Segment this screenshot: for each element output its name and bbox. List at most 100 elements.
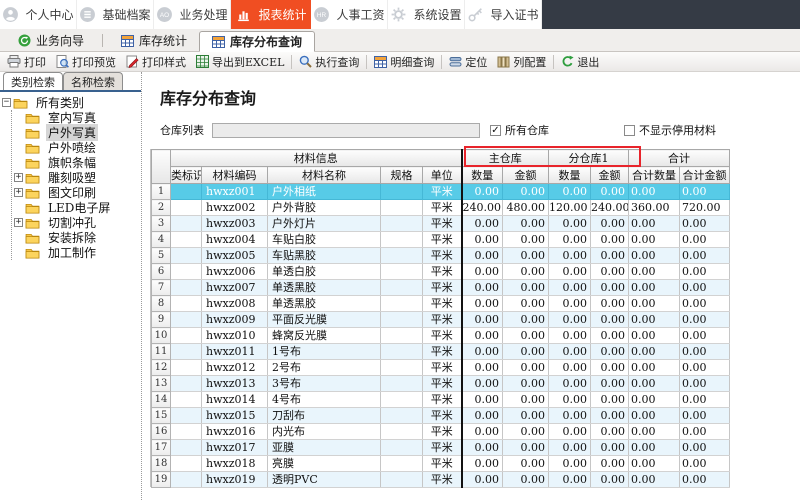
- table-row[interactable]: 14 hwxz014 4号布 平米 0.00 0.00 0.00 0.00 0.00 0.00: [151, 391, 731, 408]
- column-config-button[interactable]: 列配置: [492, 53, 551, 71]
- total-qty-cell: 0.00: [628, 359, 681, 376]
- material-code-cell: hwxz017: [201, 439, 268, 456]
- menu-item-label: 导入证书: [490, 8, 539, 22]
- column-header-8[interactable]: 金额: [590, 166, 630, 184]
- all-warehouses-checkbox[interactable]: 所有仓库: [490, 122, 549, 138]
- tab-inventory-distribution-query[interactable]: 库存分布查询: [199, 31, 316, 52]
- toolbar-button-label: 打印样式: [142, 55, 186, 69]
- collapse-icon[interactable]: −: [2, 98, 11, 107]
- table-row[interactable]: 10 hwxz010 蜂窝反光膜 平米 0.00 0.00 0.00 0.00 0.00 0.00: [151, 327, 731, 344]
- sidebar-item-processing[interactable]: 加工制作: [14, 245, 141, 260]
- table-row[interactable]: 2 hwxz002 户外背胶 平米 240.00 480.00 120.00 240.00 36…: [151, 199, 731, 216]
- column-header-9[interactable]: 合计数量: [628, 166, 681, 184]
- sidebar-splitter[interactable]: [141, 72, 148, 500]
- spec-cell: [380, 455, 423, 472]
- unit-cell: 平米: [422, 423, 463, 440]
- spec-cell: [380, 343, 423, 360]
- svg-text:AO: AO: [160, 12, 169, 19]
- sidebar-item-cutting-punching[interactable]: + 切割冲孔: [14, 215, 141, 230]
- flag-cell: [170, 423, 202, 440]
- column-header-5[interactable]: 数量: [461, 166, 504, 184]
- menu-item-hr-payroll[interactable]: HR 人事工资: [311, 0, 388, 29]
- column-header-4[interactable]: 单位: [421, 166, 463, 184]
- column-header-10[interactable]: 合计金额: [679, 166, 731, 184]
- sidebar-tab-name-search[interactable]: 名称检索: [63, 72, 123, 90]
- material-code-cell: hwxz018: [201, 455, 268, 472]
- table-row[interactable]: 7 hwxz007 单透黑胶 平米 0.00 0.00 0.00 0.00 0.00 0.00: [151, 279, 731, 296]
- table-row[interactable]: 5 hwxz005 车贴黑胶 平米 0.00 0.00 0.00 0.00 0.00 0.00: [151, 247, 731, 264]
- toolbar-separator: [366, 54, 368, 69]
- locate-button[interactable]: 定位: [444, 53, 492, 71]
- column-header-3[interactable]: 规格: [380, 166, 423, 184]
- flag-cell: [170, 391, 202, 408]
- menu-item-report-statistics[interactable]: 报表统计: [231, 0, 311, 29]
- main-warehouse-qty-cell: 0.00: [461, 279, 504, 296]
- sidebar-item-indoor-photo[interactable]: 室内写真: [14, 110, 141, 125]
- table-row[interactable]: 16 hwxz016 内光布 平米 0.00 0.00 0.00 0.00 0.00 0.00: [151, 423, 731, 440]
- menu-item-business-process[interactable]: AO 业务处理: [154, 0, 231, 29]
- tab-business-wizard[interactable]: 业务向导: [6, 30, 96, 51]
- table-row[interactable]: 4 hwxz004 车贴白胶 平米 0.00 0.00 0.00 0.00 0.00 0.00: [151, 231, 731, 248]
- sidebar-item-led-screen[interactable]: LED电子屏: [14, 200, 141, 215]
- sub-warehouse1-qty-cell: 0.00: [548, 215, 592, 232]
- material-name-cell: 单透黑胶: [267, 279, 381, 296]
- flag-cell: [170, 375, 202, 392]
- material-name-cell: 亮膜: [267, 455, 381, 472]
- exit-button[interactable]: 退出: [556, 53, 604, 71]
- table-row[interactable]: 1 hwxz001 户外相纸 平米 0.00 0.00 0.00 0.00 0.00 0.00: [151, 183, 731, 200]
- sidebar-item-installation-removal[interactable]: 安装拆除: [14, 230, 141, 245]
- table-row[interactable]: 11 hwxz011 1号布 平米 0.00 0.00 0.00 0.00 0.00 0.00: [151, 343, 731, 360]
- table-row[interactable]: 8 hwxz008 单透黑胶 平米 0.00 0.00 0.00 0.00 0.00 0.00: [151, 295, 731, 312]
- sidebar-tab-bar: 类别检索 名称检索: [0, 72, 141, 90]
- warehouse-list-input[interactable]: [212, 122, 480, 138]
- material-name-cell: 户外相纸: [267, 183, 381, 200]
- table-row[interactable]: 18 hwxz018 亮膜 平米 0.00 0.00 0.00 0.00 0.00 0.00: [151, 455, 731, 472]
- hide-disabled-checkbox[interactable]: 不显示停用材料: [624, 122, 716, 138]
- table-row[interactable]: 6 hwxz006 单透白胶 平米 0.00 0.00 0.00 0.00 0.00 0.00: [151, 263, 731, 280]
- sidebar-item-outdoor-photo[interactable]: 户外写真: [14, 124, 141, 141]
- column-header-2[interactable]: 材料名称: [267, 166, 381, 184]
- detail-query-button[interactable]: 明细查询: [369, 53, 439, 71]
- sidebar-item-graphic-printing[interactable]: + 图文印刷: [14, 185, 141, 200]
- table-row[interactable]: 9 hwxz009 平面反光膜 平米 0.00 0.00 0.00 0.00 0.00 0.00: [151, 311, 731, 328]
- table-row[interactable]: 12 hwxz012 2号布 平米 0.00 0.00 0.00 0.00 0.00 0.00: [151, 359, 731, 376]
- sidebar-item-carving-blister[interactable]: + 雕刻吸塑: [14, 170, 141, 185]
- table-row[interactable]: 17 hwxz017 亚膜 平米 0.00 0.00 0.00 0.00 0.00 0.00: [151, 439, 731, 456]
- table-row[interactable]: 13 hwxz013 3号布 平米 0.00 0.00 0.00 0.00 0.00 0.00: [151, 375, 731, 392]
- tab-inventory-statistics[interactable]: 库存统计: [109, 30, 199, 51]
- expand-icon[interactable]: +: [14, 218, 23, 227]
- total-amount-cell: 720.00: [679, 199, 731, 216]
- print-preview-button[interactable]: 打印预览: [51, 53, 121, 71]
- execute-query-button[interactable]: 执行查询: [294, 53, 364, 71]
- flag-cell: [170, 295, 202, 312]
- sidebar-item-outdoor-spray[interactable]: 户外喷绘: [14, 140, 141, 155]
- column-header-1[interactable]: 材料编码: [201, 166, 268, 184]
- folder-icon: [25, 157, 43, 169]
- export-excel-button[interactable]: 导出到EXCEL: [191, 53, 289, 71]
- sidebar-tab-category-search[interactable]: 类别检索: [3, 72, 63, 90]
- menu-item-base-archives[interactable]: 基础档案: [77, 0, 154, 29]
- column-header-0[interactable]: 类标识: [170, 166, 202, 184]
- print-button[interactable]: 打印: [2, 53, 51, 71]
- table-row[interactable]: 3 hwxz003 户外灯片 平米 0.00 0.00 0.00 0.00 0.00 0.00: [151, 215, 731, 232]
- column-header-7[interactable]: 数量: [548, 166, 592, 184]
- total-qty-cell: 0.00: [628, 343, 681, 360]
- sidebar-item-all-categories[interactable]: − 所有类别: [2, 95, 141, 110]
- toolbar-button-label: 打印: [24, 55, 46, 69]
- menu-item-import-certificate[interactable]: 导入证书: [465, 0, 542, 29]
- main-warehouse-amount-cell: 0.00: [502, 375, 550, 392]
- sidebar-item-flag-banner[interactable]: 旗帜条幅: [14, 155, 141, 170]
- sub-warehouse1-qty-cell: 0.00: [548, 343, 592, 360]
- column-header-6[interactable]: 金额: [502, 166, 550, 184]
- print-style-button[interactable]: 打印样式: [121, 53, 191, 71]
- menu-item-system-settings[interactable]: 系统设置: [388, 0, 465, 29]
- material-code-cell: hwxz005: [201, 247, 268, 264]
- menu-item-personal-center[interactable]: 个人中心: [0, 0, 77, 29]
- main-warehouse-qty-cell: 0.00: [461, 215, 504, 232]
- expand-icon[interactable]: +: [14, 173, 23, 182]
- table-row[interactable]: 15 hwxz015 刀刮布 平米 0.00 0.00 0.00 0.00 0.00 0.00: [151, 407, 731, 424]
- folder-icon: [13, 97, 31, 109]
- expand-icon[interactable]: +: [14, 188, 23, 197]
- material-code-cell: hwxz004: [201, 231, 268, 248]
- material-code-cell: hwxz012: [201, 359, 268, 376]
